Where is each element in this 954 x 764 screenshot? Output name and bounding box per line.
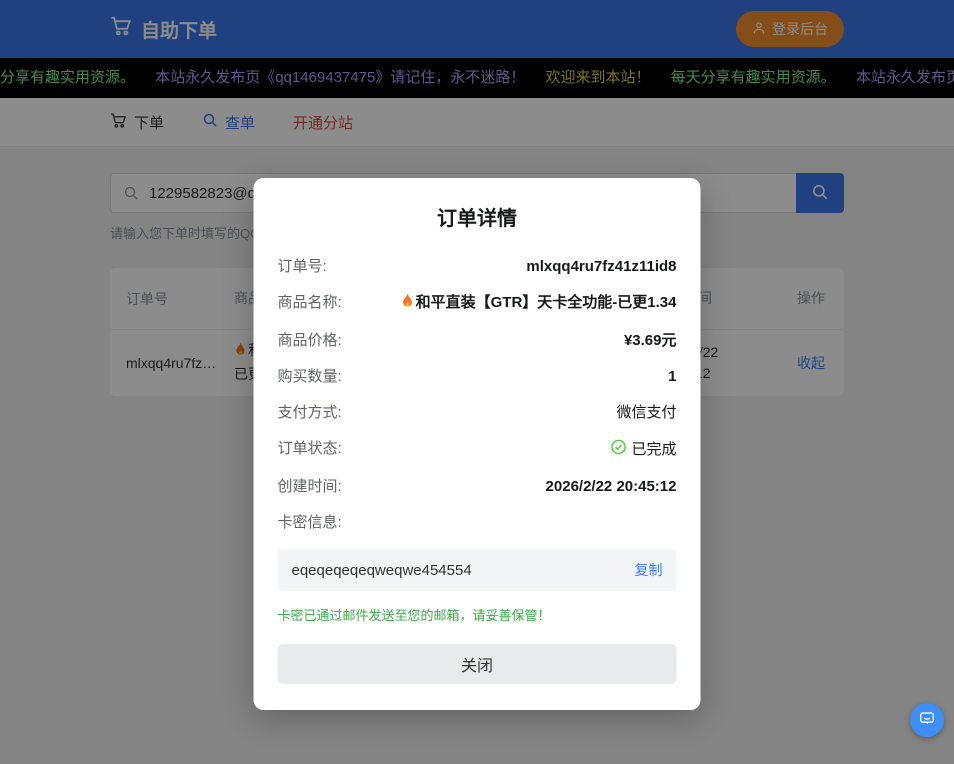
chat-fab-button[interactable]	[910, 703, 944, 737]
detail-row-payment: 支付方式: 微信支付	[278, 403, 677, 423]
card-code-text: eqeqeqeqeqweqwe454554	[292, 562, 472, 579]
page: 自助下单 登录后台 天分享有趣实用资源。 本站永久发布页《qq146943747…	[0, 0, 954, 764]
detail-row-price: 商品价格: ¥3.69元	[278, 331, 677, 351]
detail-row-product: 商品名称: 和平直装【GTR】天卡全功能-已更1.34	[278, 293, 677, 315]
order-detail-modal: 订单详情 订单号: mlxqq4ru7fz41z11id8 商品名称: 和平直装…	[254, 178, 701, 710]
close-button[interactable]: 关闭	[278, 644, 677, 684]
detail-row-order-no: 订单号: mlxqq4ru7fz41z11id8	[278, 257, 677, 277]
detail-row-card-info: 卡密信息:	[278, 513, 677, 533]
check-circle-icon	[610, 439, 626, 461]
detail-row-status: 订单状态: 已完成	[278, 439, 677, 461]
status-badge: 已完成	[610, 439, 676, 461]
detail-row-quantity: 购买数量: 1	[278, 367, 677, 387]
chat-icon	[918, 709, 936, 732]
mail-sent-note: 卡密已通过邮件发送至您的邮箱，请妥善保管！	[278, 605, 677, 624]
fire-icon	[401, 296, 415, 313]
detail-row-created: 创建时间: 2026/2/22 20:45:12	[278, 477, 677, 497]
card-code-box: eqeqeqeqeqweqwe454554 复制	[278, 549, 677, 591]
copy-button[interactable]: 复制	[635, 560, 663, 580]
modal-title: 订单详情	[278, 202, 677, 231]
